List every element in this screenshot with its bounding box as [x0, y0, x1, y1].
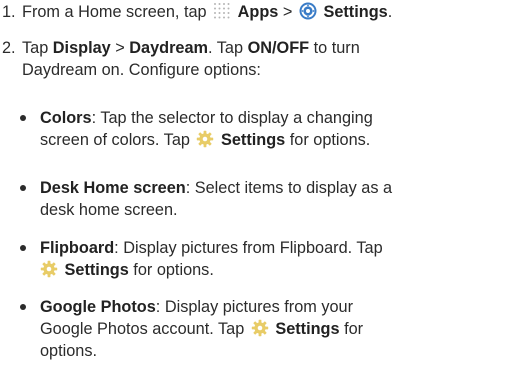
settings-app-icon [299, 2, 317, 20]
step-number: 2. [2, 39, 16, 57]
settings-label: Settings [323, 3, 388, 21]
gear-icon [251, 319, 268, 337]
gear-icon [197, 130, 214, 148]
bullet [20, 185, 26, 191]
bullet [20, 245, 26, 251]
gear-icon [40, 260, 58, 278]
apps-grid-icon [214, 3, 230, 19]
apps-label: Apps [237, 3, 279, 21]
bullet [20, 115, 26, 121]
onoff-label: ON/OFF [247, 39, 310, 57]
step-number: 1. [2, 3, 16, 21]
daydream-label: Daydream [129, 39, 209, 57]
bullet [20, 304, 26, 310]
step-text: Tap Display > Daydream. Tap ON/OFF to tu… [22, 39, 360, 79]
step-text: From a Home screen, tap Apps > Settings. [22, 2, 393, 21]
display-label: Display [52, 39, 111, 57]
